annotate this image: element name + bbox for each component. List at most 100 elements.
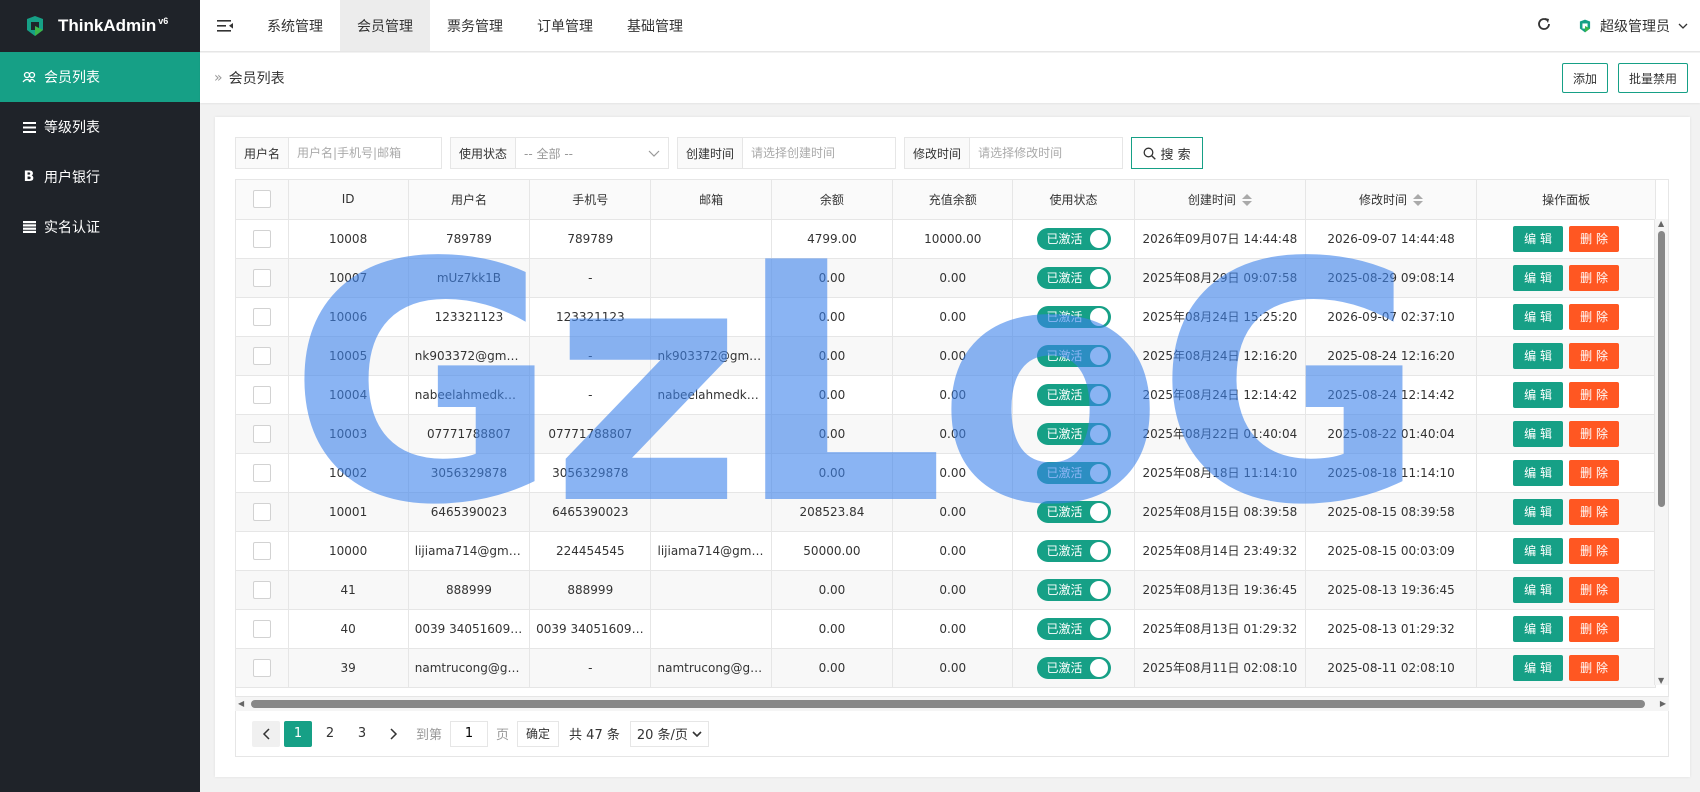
add-button[interactable]: 添加: [1561, 63, 1608, 93]
column-header-status[interactable]: 使用状态: [1012, 180, 1135, 220]
created-time-input[interactable]: [743, 138, 896, 168]
delete-button[interactable]: 删 除: [1569, 576, 1620, 603]
edit-button[interactable]: 编 辑: [1513, 342, 1564, 369]
column-header-email[interactable]: 邮箱: [650, 180, 772, 220]
delete-button[interactable]: 删 除: [1569, 498, 1620, 525]
edit-button[interactable]: 编 辑: [1513, 615, 1564, 642]
goto-confirm-button[interactable]: 确定: [517, 720, 560, 747]
column-header-id[interactable]: ID: [288, 180, 409, 220]
status-toggle[interactable]: 已激活: [1036, 539, 1111, 562]
column-header-modified[interactable]: 修改时间: [1305, 180, 1478, 220]
refresh-icon[interactable]: [1536, 16, 1552, 36]
delete-button[interactable]: 删 除: [1569, 381, 1620, 408]
prev-page-icon[interactable]: [252, 720, 280, 747]
row-checkbox[interactable]: [252, 463, 271, 482]
horizontal-scroll-thumb[interactable]: [251, 700, 1645, 708]
horizontal-scrollbar[interactable]: ◀ ▶: [235, 697, 1669, 711]
delete-button[interactable]: 删 除: [1569, 225, 1620, 252]
edit-button[interactable]: 编 辑: [1513, 654, 1564, 681]
edit-button[interactable]: 编 辑: [1513, 576, 1564, 603]
row-checkbox[interactable]: [252, 619, 271, 638]
status-toggle[interactable]: 已激活: [1036, 266, 1111, 289]
toggle-knob: [1089, 268, 1108, 287]
row-checkbox[interactable]: [252, 502, 271, 521]
scroll-up-icon[interactable]: ▲: [1658, 219, 1664, 228]
sidebar-item-member-list[interactable]: 会员列表: [0, 52, 200, 102]
column-header-username[interactable]: 用户名: [408, 180, 531, 220]
column-header-balance[interactable]: 余额: [771, 180, 894, 220]
scroll-left-icon[interactable]: ◀: [238, 699, 244, 708]
vertical-scroll-thumb[interactable]: [1658, 231, 1665, 507]
vertical-scrollbar[interactable]: ▲ ▼: [1654, 219, 1668, 685]
row-checkbox-cell: [236, 414, 289, 454]
status-toggle[interactable]: 已激活: [1036, 656, 1111, 679]
tab-members[interactable]: 会员管理: [340, 0, 430, 51]
menu-toggle-icon[interactable]: [200, 0, 250, 51]
delete-button[interactable]: 删 除: [1569, 537, 1620, 564]
column-header-phone[interactable]: 手机号: [529, 180, 652, 220]
next-page-icon[interactable]: [380, 721, 408, 747]
delete-button[interactable]: 删 除: [1569, 459, 1620, 486]
status-toggle[interactable]: 已激活: [1036, 344, 1111, 367]
status-toggle[interactable]: 已激活: [1036, 422, 1111, 445]
tab-basic[interactable]: 基础管理: [610, 0, 700, 51]
page-size-select[interactable]: 20 条/页: [629, 720, 709, 747]
row-checkbox[interactable]: [252, 307, 271, 326]
delete-button[interactable]: 删 除: [1569, 342, 1620, 369]
sort-icon[interactable]: [1413, 194, 1424, 207]
edit-button[interactable]: 编 辑: [1513, 537, 1564, 564]
search-button[interactable]: 搜 索: [1131, 137, 1204, 169]
edit-button[interactable]: 编 辑: [1513, 225, 1564, 252]
page-3[interactable]: 3: [348, 721, 376, 747]
status-toggle[interactable]: 已激活: [1036, 617, 1111, 640]
page-2[interactable]: 2: [316, 721, 344, 747]
logo-small-icon: [1579, 19, 1591, 32]
batch-disable-button[interactable]: 批量禁用: [1617, 63, 1688, 93]
row-checkbox[interactable]: [252, 424, 271, 443]
row-checkbox[interactable]: [252, 580, 271, 599]
row-checkbox[interactable]: [252, 385, 271, 404]
username-input[interactable]: [289, 138, 442, 168]
row-checkbox[interactable]: [252, 658, 271, 677]
edit-button[interactable]: 编 辑: [1513, 420, 1564, 447]
status-toggle[interactable]: 已激活: [1036, 383, 1111, 406]
status-toggle[interactable]: 已激活: [1036, 305, 1111, 328]
logo[interactable]: ThinkAdmin v6: [0, 0, 200, 52]
column-header-recharge[interactable]: 充值余额: [892, 180, 1014, 220]
select-all-checkbox[interactable]: [252, 190, 271, 209]
tab-orders[interactable]: 订单管理: [520, 0, 610, 51]
user-menu[interactable]: 超级管理员: [1578, 16, 1688, 36]
scroll-down-icon[interactable]: ▼: [1658, 676, 1664, 685]
sidebar-item-level-list[interactable]: 等级列表: [0, 102, 200, 152]
edit-button[interactable]: 编 辑: [1513, 381, 1564, 408]
status-select[interactable]: -- 全部 --: [516, 138, 668, 168]
column-header-created[interactable]: 创建时间: [1134, 180, 1306, 220]
status-toggle[interactable]: 已激活: [1036, 461, 1111, 484]
edit-button[interactable]: 编 辑: [1513, 264, 1564, 291]
edit-button[interactable]: 编 辑: [1513, 459, 1564, 486]
sidebar-item-user-bank[interactable]: B 用户银行: [0, 152, 200, 202]
status-toggle[interactable]: 已激活: [1036, 578, 1111, 601]
tab-system[interactable]: 系统管理: [250, 0, 340, 51]
delete-button[interactable]: 删 除: [1569, 654, 1620, 681]
edit-button[interactable]: 编 辑: [1513, 498, 1564, 525]
row-checkbox[interactable]: [252, 268, 271, 287]
status-toggle[interactable]: 已激活: [1036, 227, 1111, 250]
sort-icon[interactable]: [1241, 194, 1252, 207]
page-number-input[interactable]: [450, 720, 489, 747]
status-toggle[interactable]: 已激活: [1036, 500, 1111, 523]
row-checkbox[interactable]: [252, 229, 271, 248]
delete-button[interactable]: 删 除: [1569, 420, 1620, 447]
delete-button[interactable]: 删 除: [1569, 303, 1620, 330]
cell-username: nabeelahmedkhan3: [408, 375, 531, 415]
modified-time-input[interactable]: [970, 138, 1123, 168]
tab-tickets[interactable]: 票务管理: [430, 0, 520, 51]
row-checkbox[interactable]: [252, 541, 271, 560]
row-checkbox[interactable]: [252, 346, 271, 365]
page-1[interactable]: 1: [284, 720, 312, 747]
sidebar-item-real-name[interactable]: 实名认证: [0, 202, 200, 252]
delete-button[interactable]: 删 除: [1569, 264, 1620, 291]
edit-button[interactable]: 编 辑: [1513, 303, 1564, 330]
scroll-right-icon[interactable]: ▶: [1660, 699, 1666, 708]
delete-button[interactable]: 删 除: [1569, 615, 1620, 642]
